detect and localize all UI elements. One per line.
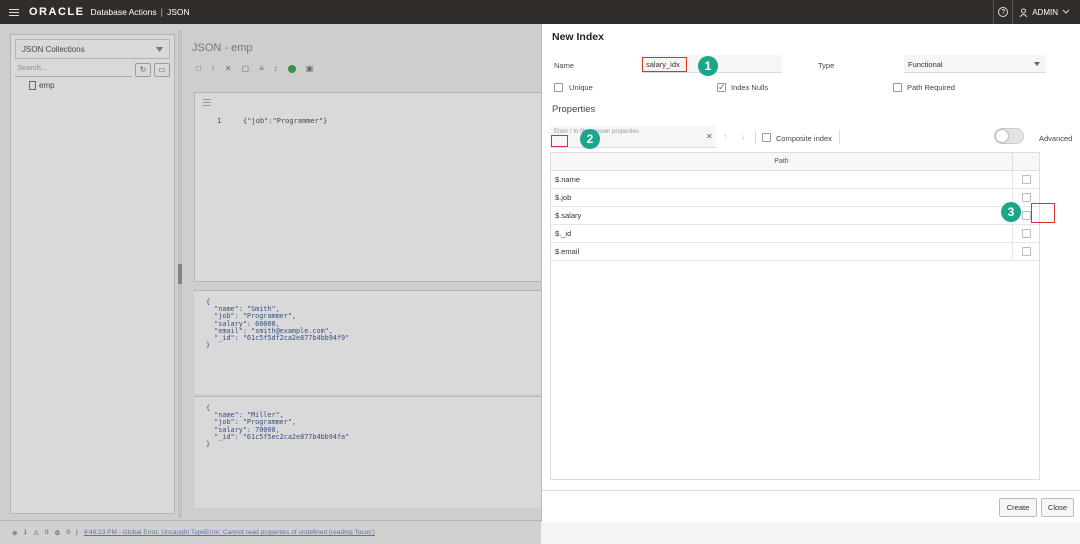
new-index-dialog: New Index Name salary_idx 1 Type Functio… <box>541 24 1080 522</box>
highlight-box <box>551 135 568 147</box>
properties-heading: Properties <box>552 104 596 115</box>
index-nulls-label: Index Nulls <box>731 83 769 92</box>
toolbar-divider <box>839 130 840 144</box>
breadcrumb-separator: | <box>160 7 163 17</box>
unique-checkbox[interactable] <box>554 83 563 92</box>
type-value: Functional <box>908 60 943 69</box>
path-cell: $.job <box>555 193 572 202</box>
help-icon: ? <box>998 7 1009 17</box>
path-cell: $.email <box>555 247 580 256</box>
user-icon <box>1019 8 1028 17</box>
unique-label: Unique <box>569 83 593 92</box>
table-row[interactable]: $._id <box>551 225 1039 243</box>
path-cell: $._id <box>555 229 572 238</box>
type-label: Type <box>818 61 835 70</box>
highlight-box <box>642 57 687 72</box>
clear-filter-icon[interactable]: ✕ <box>706 132 713 141</box>
properties-table: Path $.name $.job $.salary $._id $.email <box>550 152 1040 480</box>
path-checkbox[interactable] <box>1022 247 1031 256</box>
move-up-icon[interactable]: ↑ <box>723 132 727 141</box>
table-header: Path <box>551 153 1039 171</box>
path-checkbox[interactable] <box>1022 211 1031 220</box>
path-checkbox[interactable] <box>1022 229 1031 238</box>
highlight-box <box>1031 203 1055 223</box>
table-row[interactable]: $.name <box>551 171 1039 189</box>
step-marker: 1 <box>698 56 718 76</box>
table-row[interactable]: $.email <box>551 243 1039 261</box>
path-cell: $.name <box>555 175 581 184</box>
chevron-down-icon <box>1034 62 1040 66</box>
table-row[interactable]: $.salary <box>551 207 1039 225</box>
composite-index-checkbox[interactable] <box>762 133 771 142</box>
user-name: ADMIN <box>1032 7 1058 17</box>
step-marker: 2 <box>580 129 600 149</box>
path-required-checkbox[interactable] <box>893 83 902 92</box>
path-column-header: Path <box>774 158 789 165</box>
index-nulls-checkbox[interactable] <box>717 82 726 93</box>
product-name: Database Actions <box>90 7 157 17</box>
path-checkbox[interactable] <box>1022 175 1031 184</box>
name-label: Name <box>554 61 575 70</box>
table-row[interactable]: $.job <box>551 189 1039 207</box>
step-marker: 3 <box>1001 202 1021 222</box>
create-button[interactable]: Create <box>999 498 1037 517</box>
advanced-toggle[interactable] <box>994 128 1024 144</box>
advanced-label: Advanced <box>1039 134 1073 143</box>
user-menu[interactable]: ADMIN <box>1013 8 1080 17</box>
path-cell: $.salary <box>555 211 582 220</box>
type-select[interactable]: Functional <box>904 55 1046 73</box>
help-button[interactable]: ? <box>993 0 1014 24</box>
toolbar-divider <box>755 130 756 144</box>
menu-icon[interactable] <box>9 8 19 16</box>
modal-backdrop[interactable] <box>0 24 541 544</box>
dialog-title: New Index <box>552 31 604 43</box>
move-down-icon[interactable]: ↓ <box>741 132 745 141</box>
path-required-label: Path Required <box>907 83 955 92</box>
top-bar: ORACLE Database Actions | JSON ? ADMIN <box>0 0 1080 24</box>
select-column-header <box>1012 153 1039 170</box>
property-filter-input[interactable]: Enter / to filter known properties <box>550 126 716 148</box>
oracle-logo: ORACLE <box>29 6 85 18</box>
dialog-footer: Create Close <box>542 490 1080 522</box>
close-button[interactable]: Close <box>1041 498 1074 517</box>
chevron-down-icon <box>1062 9 1070 14</box>
composite-index-label: Composite index <box>776 134 832 143</box>
path-checkbox[interactable] <box>1022 193 1031 202</box>
toggle-knob <box>995 129 1009 143</box>
breadcrumb[interactable]: JSON <box>167 7 190 17</box>
